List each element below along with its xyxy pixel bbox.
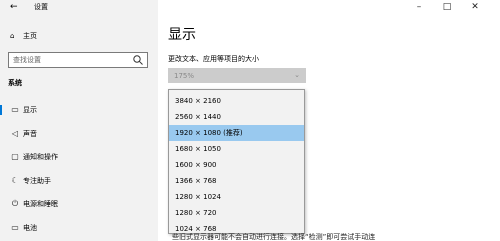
monitor-icon: ▭ xyxy=(11,105,19,114)
resolution-option[interactable]: 1280 × 720 xyxy=(169,205,304,221)
home-link[interactable]: ⌂ 主页 xyxy=(10,30,37,42)
sidebar-item-label: 通知和操作 xyxy=(23,153,58,161)
chevron-down-icon: ⌄ xyxy=(294,71,300,79)
power-icon: ⏻ xyxy=(11,199,19,208)
active-indicator xyxy=(0,105,2,115)
sidebar-item-sound[interactable]: ◁ 声音 xyxy=(0,125,158,143)
section-title: 系统 xyxy=(8,79,22,87)
sidebar-item-battery[interactable]: ▭ 电池 xyxy=(0,219,158,237)
moon-icon: ☾ xyxy=(11,176,19,185)
notification-icon: ▢ xyxy=(11,152,19,161)
resolution-dropdown[interactable]: 3840 × 2160 2560 × 1440 1920 × 1080 (推荐)… xyxy=(168,89,305,234)
resolution-option[interactable]: 1366 × 768 xyxy=(169,173,304,189)
close-icon[interactable]: ✕ xyxy=(468,1,482,13)
sidebar-item-label: 电源和睡眠 xyxy=(23,200,58,208)
resolution-option[interactable]: 1280 × 1024 xyxy=(169,189,304,205)
search-input[interactable]: 查找设置 xyxy=(8,52,148,68)
home-icon: ⌂ xyxy=(10,32,15,40)
resolution-option[interactable]: 1680 × 1050 xyxy=(169,141,304,157)
page-title: 显示 xyxy=(168,27,196,43)
resolution-option-selected[interactable]: 1920 × 1080 (推荐) xyxy=(169,125,304,141)
sidebar-item-label: 显示 xyxy=(23,106,37,114)
search-icon[interactable] xyxy=(132,54,144,66)
resolution-option[interactable]: 3840 × 2160 xyxy=(169,93,304,109)
maximize-icon[interactable]: □ xyxy=(440,1,454,13)
sidebar-item-label: 声音 xyxy=(23,130,37,138)
resolution-option[interactable]: 2560 × 1440 xyxy=(169,109,304,125)
scale-select[interactable]: 175% ⌄ xyxy=(168,68,306,83)
resolution-option[interactable]: 1600 × 900 xyxy=(169,157,304,173)
sidebar-item-notifications[interactable]: ▢ 通知和操作 xyxy=(0,148,158,166)
title-bar: ← 设置 – □ ✕ xyxy=(0,0,500,16)
sidebar-item-label: 专注助手 xyxy=(23,177,51,185)
back-arrow-icon[interactable]: ← xyxy=(10,2,18,12)
sidebar-item-power-sleep[interactable]: ⏻ 电源和睡眠 xyxy=(0,195,158,213)
search-placeholder: 查找设置 xyxy=(13,56,41,64)
speaker-icon: ◁ xyxy=(11,129,19,138)
scale-value: 175% xyxy=(174,72,195,80)
sidebar-item-display[interactable]: ▭ 显示 xyxy=(0,101,158,119)
sidebar-item-focus-assist[interactable]: ☾ 专注助手 xyxy=(0,172,158,190)
detect-hint-text: 些旧式显示器可能不会自动进行连接。选择“检测”即可尝试手动连 xyxy=(172,233,376,241)
battery-icon: ▭ xyxy=(11,223,19,232)
minimize-icon[interactable]: – xyxy=(412,1,426,13)
window-title: 设置 xyxy=(34,3,48,11)
sidebar-item-label: 电池 xyxy=(23,224,37,232)
scale-label: 更改文本、应用等项目的大小 xyxy=(168,55,259,63)
